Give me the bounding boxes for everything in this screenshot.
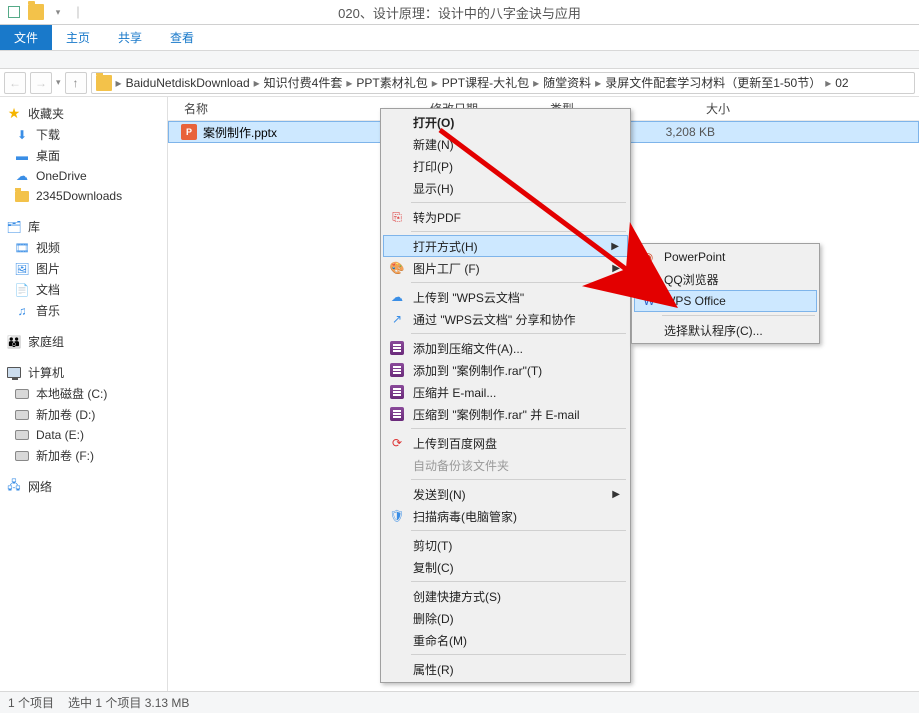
rar-icon [389, 384, 405, 400]
sub-choose-default[interactable]: 选择默认程序(C)... [634, 319, 817, 341]
breadcrumb[interactable]: ▸BaiduNetdiskDownload ▸知识付费4件套 ▸PPT素材礼包 … [91, 72, 915, 94]
title-bar: ▾ ｜ 020、设计原理：设计中的八字金诀与应用 [0, 0, 919, 25]
sidebar-item-music[interactable]: ♫音乐 [0, 300, 167, 321]
ctx-sendto[interactable]: 发送到(N)▶ [383, 483, 628, 505]
crumb-2[interactable]: PPT素材礼包 [356, 74, 427, 91]
folder-icon [28, 4, 44, 20]
col-size[interactable]: 大小 [654, 100, 734, 117]
pptx-icon: P [181, 124, 197, 140]
sidebar-item-drive-c[interactable]: 本地磁盘 (C:) [0, 383, 167, 404]
nav-sidebar: ★收藏夹 ⬇下载 ▬桌面 ☁OneDrive 2345Downloads 🗂库 … [0, 97, 168, 691]
openwith-submenu: ◉PowerPoint ◯QQ浏览器 WWPS Office 选择默认程序(C)… [631, 243, 820, 344]
sidebar-item-pictures[interactable]: 🖼图片 [0, 258, 167, 279]
sidebar-homegroup[interactable]: 👪家庭组 [0, 331, 167, 352]
ctx-topdf[interactable]: ⎘转为PDF [383, 206, 628, 228]
ctx-delete[interactable]: 删除(D) [383, 607, 628, 629]
sidebar-favorites[interactable]: ★收藏夹 [0, 103, 167, 124]
share-icon: ↗ [389, 311, 405, 327]
picfactory-icon: 🎨 [389, 260, 405, 276]
ctx-properties[interactable]: 属性(R) [383, 658, 628, 680]
submenu-arrow-icon: ▶ [611, 241, 619, 252]
nav-history-icon[interactable]: ▾ [56, 77, 61, 88]
ctx-picfactory[interactable]: 🎨图片工厂 (F)▶ [383, 257, 628, 279]
ctx-rename[interactable]: 重命名(M) [383, 629, 628, 651]
ribbon-strip [0, 51, 919, 69]
status-selection: 选中 1 个项目 3.13 MB [68, 694, 189, 711]
tab-home[interactable]: 主页 [52, 25, 104, 50]
crumb-0[interactable]: BaiduNetdiskDownload [126, 76, 250, 90]
sidebar-item-downloads[interactable]: ⬇下载 [0, 124, 167, 145]
crumb-6[interactable]: 02 [835, 76, 848, 90]
sidebar-network[interactable]: 🖧网络 [0, 476, 167, 497]
tab-view[interactable]: 查看 [156, 25, 208, 50]
sidebar-item-documents[interactable]: 📄文档 [0, 279, 167, 300]
sidebar-item-desktop[interactable]: ▬桌面 [0, 145, 167, 166]
ctx-autobackup: 自动备份该文件夹 [383, 454, 628, 476]
sub-qqbrowser[interactable]: ◯QQ浏览器 [634, 268, 817, 290]
window-title: 020、设计原理：设计中的八字金诀与应用 [338, 3, 581, 22]
status-bar: 1 个项目 选中 1 个项目 3.13 MB [0, 691, 919, 713]
tab-share[interactable]: 共享 [104, 25, 156, 50]
ctx-zip-rar-email[interactable]: 压缩到 "案例制作.rar" 并 E-mail [383, 403, 628, 425]
rar-icon [389, 340, 405, 356]
rar-icon [389, 362, 405, 378]
pdf-icon: ⎘ [389, 209, 405, 225]
ctx-add-archive[interactable]: 添加到压缩文件(A)... [383, 337, 628, 359]
crumb-3[interactable]: PPT课程-大礼包 [442, 74, 529, 91]
sub-powerpoint[interactable]: ◉PowerPoint [634, 246, 817, 268]
ctx-new[interactable]: 新建(N) [383, 133, 628, 155]
powerpoint-icon: ◉ [640, 249, 656, 265]
ctx-print[interactable]: 打印(P) [383, 155, 628, 177]
ctx-open[interactable]: 打开(O) [383, 111, 628, 133]
context-menu: 打开(O) 新建(N) 打印(P) 显示(H) ⎘转为PDF 打开方式(H)▶ … [380, 108, 631, 683]
shield-icon: 🛡 [389, 508, 405, 524]
qqbrowser-icon: ◯ [640, 271, 656, 287]
folder-icon [96, 75, 112, 91]
sidebar-item-2345[interactable]: 2345Downloads [0, 186, 167, 206]
sidebar-computer[interactable]: 计算机 [0, 362, 167, 383]
ribbon-tabs: 文件 主页 共享 查看 [0, 25, 919, 51]
nav-fwd-button[interactable]: → [30, 72, 52, 94]
nav-back-button[interactable]: ← [4, 72, 26, 94]
tab-file[interactable]: 文件 [0, 25, 52, 50]
dropdown-icon[interactable]: ▾ [50, 4, 66, 20]
submenu-arrow-icon: ▶ [612, 489, 620, 500]
ctx-cut[interactable]: 剪切(T) [383, 534, 628, 556]
ctx-add-rar[interactable]: 添加到 "案例制作.rar"(T) [383, 359, 628, 381]
address-bar: ← → ▾ ↑ ▸BaiduNetdiskDownload ▸知识付费4件套 ▸… [0, 69, 919, 97]
status-count: 1 个项目 [8, 694, 54, 711]
wps-icon: W [641, 293, 657, 309]
nav-up-button[interactable]: ↑ [65, 72, 87, 94]
ctx-openwith[interactable]: 打开方式(H)▶ [383, 235, 628, 257]
sub-wpsoffice[interactable]: WWPS Office [634, 290, 817, 312]
file-size: 3,208 KB [655, 125, 735, 139]
ctx-scan[interactable]: 🛡扫描病毒(电脑管家) [383, 505, 628, 527]
ctx-upload-wps[interactable]: ☁上传到 "WPS云文档" [383, 286, 628, 308]
sidebar-item-videos[interactable]: 🎞视频 [0, 237, 167, 258]
rar-icon [389, 406, 405, 422]
sidebar-item-onedrive[interactable]: ☁OneDrive [0, 166, 167, 186]
ctx-share-wps[interactable]: ↗通过 "WPS云文档" 分享和协作 [383, 308, 628, 330]
ctx-show[interactable]: 显示(H) [383, 177, 628, 199]
crumb-5[interactable]: 录屏文件配套学习材料（更新至1-50节） [605, 74, 821, 91]
sidebar-libraries[interactable]: 🗂库 [0, 216, 167, 237]
sidebar-item-drive-f[interactable]: 新加卷 (F:) [0, 445, 167, 466]
baidu-icon: ⟳ [389, 435, 405, 451]
sidebar-item-drive-e[interactable]: Data (E:) [0, 425, 167, 445]
system-menu-icon[interactable] [6, 4, 22, 20]
cloud-icon: ☁ [389, 289, 405, 305]
ctx-zip-email[interactable]: 压缩并 E-mail... [383, 381, 628, 403]
ctx-shortcut[interactable]: 创建快捷方式(S) [383, 585, 628, 607]
ctx-copy[interactable]: 复制(C) [383, 556, 628, 578]
crumb-4[interactable]: 随堂资料 [543, 74, 591, 91]
ctx-baidu-upload[interactable]: ⟳上传到百度网盘 [383, 432, 628, 454]
submenu-arrow-icon: ▶ [612, 263, 620, 274]
sidebar-item-drive-d[interactable]: 新加卷 (D:) [0, 404, 167, 425]
crumb-1[interactable]: 知识付费4件套 [264, 74, 343, 91]
